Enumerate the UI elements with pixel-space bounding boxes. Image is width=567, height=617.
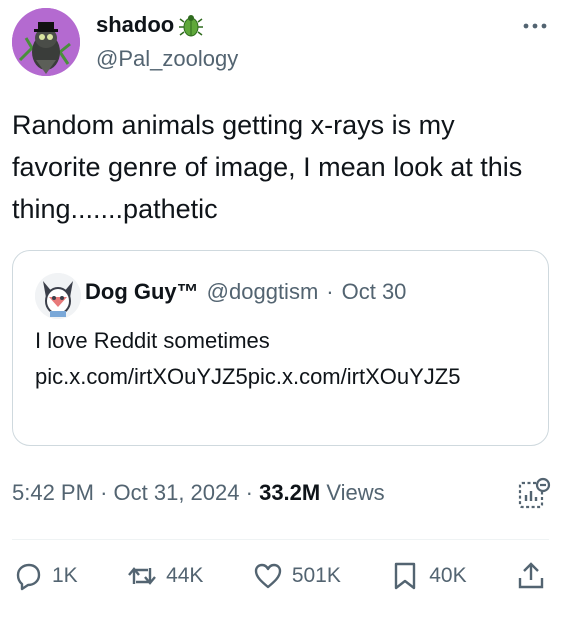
beetle-icon bbox=[179, 15, 204, 37]
author-avatar[interactable] bbox=[12, 8, 80, 76]
avatar-owl-icon bbox=[12, 8, 80, 76]
analytics-button[interactable] bbox=[517, 477, 551, 511]
views-label: Views bbox=[326, 480, 385, 505]
tweet-date[interactable]: Oct 31, 2024 bbox=[114, 480, 240, 505]
tweet-time[interactable]: 5:42 PM bbox=[12, 480, 94, 505]
analytics-icon bbox=[518, 477, 551, 509]
author-handle[interactable]: @Pal_zoology bbox=[96, 44, 238, 74]
quote-text: I love Reddit sometimes pic.x.com/irtXOu… bbox=[35, 323, 535, 395]
more-options-button[interactable] bbox=[521, 16, 549, 36]
quote-text-line: I love Reddit sometimes bbox=[35, 328, 270, 353]
views-count: 33.2M bbox=[259, 480, 321, 505]
repost-count: 44K bbox=[166, 564, 204, 587]
tweet-text: Random animals getting x-rays is my favo… bbox=[12, 110, 523, 224]
quoted-tweet-card[interactable]: Dog Guy™ @doggtism · Oct 30 I love Reddi… bbox=[12, 250, 549, 446]
quote-link[interactable]: pic.x.com/irtXOuYJZ5pic.x.com/irtXOuYJZ5 bbox=[35, 359, 535, 395]
repost-icon bbox=[128, 567, 156, 585]
repost-button[interactable]: 44K bbox=[126, 560, 203, 592]
bookmark-button[interactable]: 40K bbox=[389, 560, 467, 592]
quote-header: Dog Guy™ @doggtism · Oct 30 bbox=[85, 279, 406, 305]
quote-date[interactable]: Oct 30 bbox=[342, 279, 407, 305]
avatar-fox-icon bbox=[35, 273, 81, 319]
tweet-meta: 5:42 PM · Oct 31, 2024 · 33.2M Views bbox=[12, 480, 385, 505]
quote-handle[interactable]: @doggtism bbox=[207, 279, 319, 305]
divider bbox=[12, 539, 549, 540]
action-bar: 1K 44K 501K 40K bbox=[12, 560, 547, 592]
reply-icon bbox=[16, 563, 41, 591]
more-icon bbox=[523, 23, 547, 29]
bookmark-icon bbox=[395, 562, 416, 590]
quote-display-name[interactable]: Dog Guy™ bbox=[85, 279, 199, 305]
share-icon bbox=[518, 562, 544, 589]
author-name-row: shadoo bbox=[96, 10, 204, 40]
reply-count: 1K bbox=[52, 564, 78, 587]
author-display-name[interactable]: shadoo bbox=[96, 10, 174, 40]
reply-button[interactable]: 1K bbox=[12, 560, 78, 592]
like-button[interactable]: 501K bbox=[252, 560, 341, 592]
like-count: 501K bbox=[291, 564, 341, 587]
bookmark-count: 40K bbox=[429, 564, 467, 587]
quote-author-avatar[interactable] bbox=[35, 273, 81, 319]
quote-separator: · bbox=[326, 279, 334, 304]
share-button[interactable] bbox=[515, 560, 547, 592]
heart-icon bbox=[254, 563, 282, 589]
